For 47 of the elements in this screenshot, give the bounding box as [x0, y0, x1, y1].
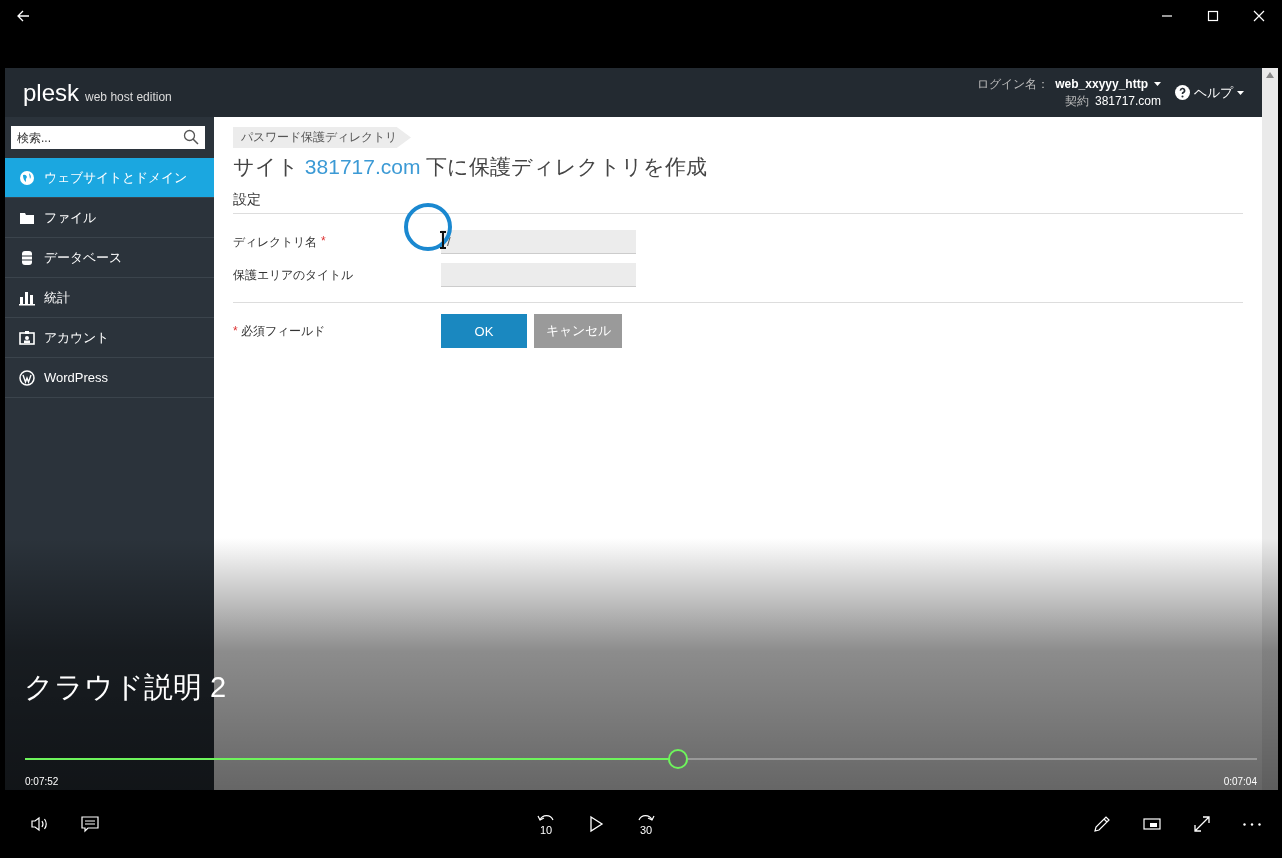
speaker-icon — [30, 814, 50, 834]
sidebar-item[interactable]: WordPress — [5, 358, 214, 398]
click-ring-icon — [403, 202, 453, 252]
caret-icon — [1154, 82, 1161, 86]
skip-forward-button[interactable]: 30 — [630, 808, 662, 840]
sidebar-item[interactable]: ファイル — [5, 198, 214, 238]
text-cursor-icon — [438, 231, 448, 249]
breadcrumb[interactable]: パスワード保護ディレクトリ — [233, 127, 411, 148]
field-label: 保護エリアのタイトル — [233, 266, 353, 284]
required-mark: * — [321, 233, 326, 250]
field-label: ディレクトリ名 — [233, 233, 317, 251]
expand-arrows-icon — [1192, 814, 1212, 834]
search-field[interactable]: 検索... — [11, 126, 205, 149]
sidebar-item[interactable]: アカウント — [5, 318, 214, 358]
elapsed-time: 0:07:52 — [25, 776, 59, 787]
login-user-menu[interactable]: web_xxyyy_http — [1055, 75, 1148, 93]
page-heading: サイト 381717.com 下に保護ディレクトリを作成 — [233, 154, 709, 180]
skip-back-button[interactable]: 10 — [530, 808, 562, 840]
search-icon[interactable] — [183, 129, 199, 145]
speech-bubble-icon — [80, 814, 100, 834]
contract-label: 契約 — [1064, 92, 1089, 110]
bar-chart-icon — [19, 289, 35, 306]
sidebar-item[interactable]: 統計 — [5, 278, 214, 318]
more-icon — [1243, 822, 1261, 826]
id-card-icon — [19, 329, 35, 346]
help-icon — [1175, 85, 1190, 100]
globe-icon — [19, 169, 35, 186]
caret-icon — [1237, 90, 1244, 95]
section-title: 設定 — [233, 191, 1243, 214]
edition-label: web host edition — [85, 89, 172, 104]
remaining-time: 0:07:04 — [1223, 776, 1257, 787]
sidebar-item[interactable]: データベース — [5, 238, 214, 278]
input-field[interactable] — [441, 263, 636, 287]
plesk-logo: plesk — [23, 78, 80, 107]
help-menu[interactable]: ヘルプ — [1175, 83, 1244, 102]
required-note: * 必須フィールド — [233, 322, 326, 340]
contract-domain: 381717.com — [1094, 92, 1161, 110]
database-icon — [19, 249, 35, 266]
input-field[interactable]: / — [441, 230, 636, 254]
maximize-icon — [1206, 9, 1220, 23]
scroll-up-icon[interactable] — [1266, 72, 1274, 78]
back-arrow-icon — [16, 9, 30, 23]
ok-button[interactable]: OK — [441, 314, 527, 348]
pencil-icon — [1092, 814, 1112, 834]
close-icon — [1252, 9, 1266, 23]
login-label: ログイン名： — [977, 75, 1050, 93]
wordpress-icon — [19, 369, 35, 386]
